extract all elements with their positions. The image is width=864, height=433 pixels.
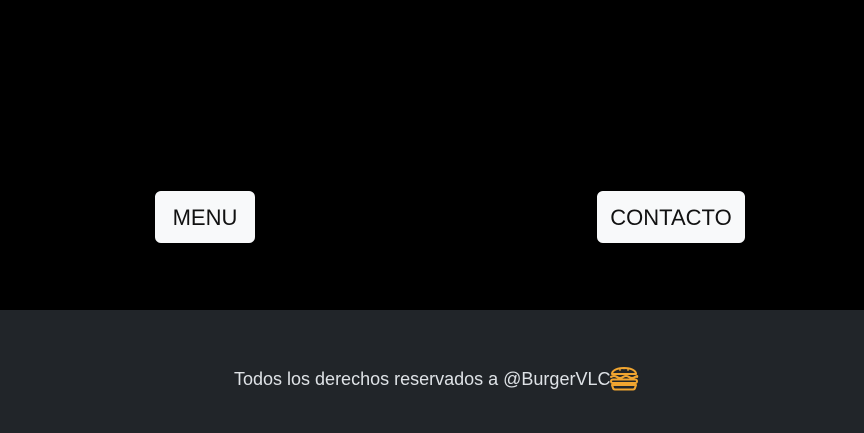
menu-button[interactable]: MENU (155, 191, 255, 243)
footer-copyright: Todos los derechos reservados a @BurgerV… (234, 369, 611, 389)
contact-button[interactable]: CONTACTO (597, 191, 745, 243)
burger-icon (610, 367, 639, 391)
hero-section: MENU CONTACTO (0, 0, 864, 310)
